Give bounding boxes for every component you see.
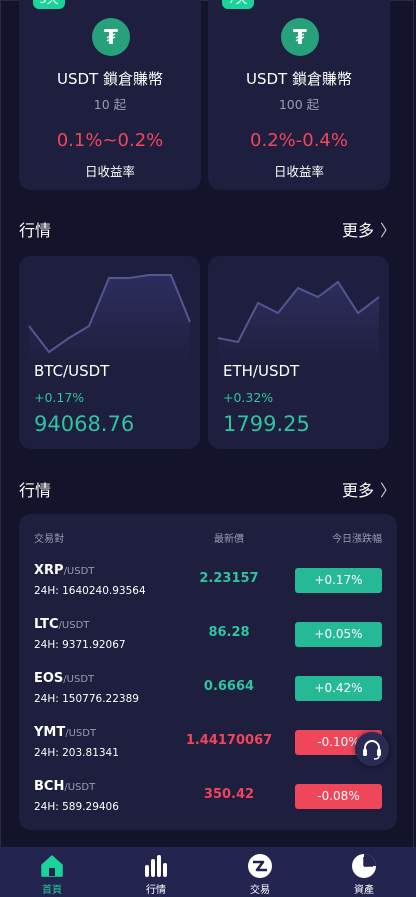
market-more-link[interactable]: 更多〉 <box>342 217 396 241</box>
market-section-title: 行情 <box>19 221 52 240</box>
product-name: USDT 鎖倉賺幣 <box>57 70 163 88</box>
pie-chart-icon <box>352 854 376 878</box>
chevron-right-icon: 〉 <box>379 481 396 500</box>
product-name: USDT 鎖倉賺幣 <box>246 70 352 88</box>
row-symbol: XRP/USDT <box>34 563 95 578</box>
row-change-badge: +0.17% <box>295 568 382 593</box>
sparkline-chart <box>28 274 191 366</box>
table-row[interactable]: LTC/USDT 24H: 9371.92067 86.28 +0.05% <box>19 609 397 663</box>
tether-icon: ₮ <box>281 18 319 56</box>
market-pair: ETH/USDT <box>223 362 300 380</box>
duration-tag: 7天 <box>222 0 254 9</box>
ticker-table: 交易對 最新價 今日漲跌幅 XRP/USDT 24H: 1640240.9356… <box>19 514 397 830</box>
row-volume: 24H: 150776.22389 <box>34 693 139 705</box>
nav-label: 資產 <box>354 885 374 896</box>
trade-icon <box>248 854 272 878</box>
row-symbol: YMT/USDT <box>34 725 97 740</box>
ticker-more-link[interactable]: 更多〉 <box>342 477 396 501</box>
row-last-price: 2.23157 <box>199 571 259 586</box>
row-volume: 24H: 203.81341 <box>34 747 119 759</box>
product-minimum: 10 起 <box>93 97 127 112</box>
market-change: +0.17% <box>34 390 85 405</box>
customer-support-button[interactable] <box>355 732 389 766</box>
market-card-btc[interactable]: BTC/USDT +0.17% 94068.76 <box>19 256 200 449</box>
bar-chart-icon <box>145 855 167 877</box>
sparkline-chart <box>217 280 380 366</box>
market-price: 1799.25 <box>223 412 310 436</box>
row-symbol: LTC/USDT <box>34 617 90 632</box>
chevron-right-icon: 〉 <box>379 221 396 240</box>
row-change-badge: +0.05% <box>295 622 382 647</box>
row-last-price: 350.42 <box>203 787 255 802</box>
nav-label: 首頁 <box>42 885 62 896</box>
product-minimum: 100 起 <box>278 97 320 112</box>
nav-item-trade[interactable]: 交易 <box>208 847 312 897</box>
nav-item-assets[interactable]: 資產 <box>312 847 416 897</box>
tether-icon: ₮ <box>92 18 130 56</box>
row-last-price: 1.44170067 <box>185 733 273 748</box>
row-symbol: EOS/USDT <box>34 671 95 686</box>
row-last-price: 0.6664 <box>203 679 255 694</box>
row-volume: 24H: 1640240.93564 <box>34 585 146 597</box>
bottom-nav: 首頁 行情 交易 資產 <box>0 847 416 897</box>
row-volume: 24H: 9371.92067 <box>34 639 126 651</box>
nav-label: 交易 <box>250 885 270 896</box>
product-card-3day[interactable]: 3天 ₮ USDT 鎖倉賺幣 10 起 0.1%~0.2% 日收益率 <box>19 0 201 190</box>
product-card-7day[interactable]: 7天 ₮ USDT 鎖倉賺幣 100 起 0.2%-0.4% 日收益率 <box>208 0 390 190</box>
table-row[interactable]: XRP/USDT 24H: 1640240.93564 2.23157 +0.1… <box>19 555 397 609</box>
home-icon <box>41 855 63 877</box>
duration-tag: 3天 <box>33 0 65 9</box>
table-row[interactable]: YMT/USDT 24H: 203.81341 1.44170067 -0.10… <box>19 717 397 771</box>
ticker-section-title: 行情 <box>19 481 52 500</box>
market-pair: BTC/USDT <box>34 362 110 380</box>
row-change-badge: -0.08% <box>295 784 382 809</box>
header-change: 今日漲跌幅 <box>332 534 382 545</box>
daily-rate-label: 日收益率 <box>84 164 135 179</box>
nav-label: 行情 <box>146 885 166 896</box>
row-last-price: 86.28 <box>208 625 250 640</box>
table-row[interactable]: EOS/USDT 24H: 150776.22389 0.6664 +0.42% <box>19 663 397 717</box>
row-volume: 24H: 589.29406 <box>34 801 119 813</box>
market-price: 94068.76 <box>34 412 135 436</box>
row-change-badge: +0.42% <box>295 676 382 701</box>
daily-rate-label: 日收益率 <box>273 164 324 179</box>
nav-item-home[interactable]: 首頁 <box>0 847 104 897</box>
daily-rate: 0.1%~0.2% <box>56 130 164 151</box>
header-pair: 交易對 <box>34 534 64 545</box>
table-row[interactable]: BCH/USDT 24H: 589.29406 350.42 -0.08% <box>19 771 397 825</box>
nav-item-market[interactable]: 行情 <box>104 847 208 897</box>
headset-icon <box>363 740 381 760</box>
row-symbol: BCH/USDT <box>34 779 96 794</box>
market-card-eth[interactable]: ETH/USDT +0.32% 1799.25 <box>208 256 389 449</box>
daily-rate: 0.2%-0.4% <box>250 130 348 151</box>
market-change: +0.32% <box>223 390 274 405</box>
header-last-price: 最新價 <box>214 534 244 545</box>
